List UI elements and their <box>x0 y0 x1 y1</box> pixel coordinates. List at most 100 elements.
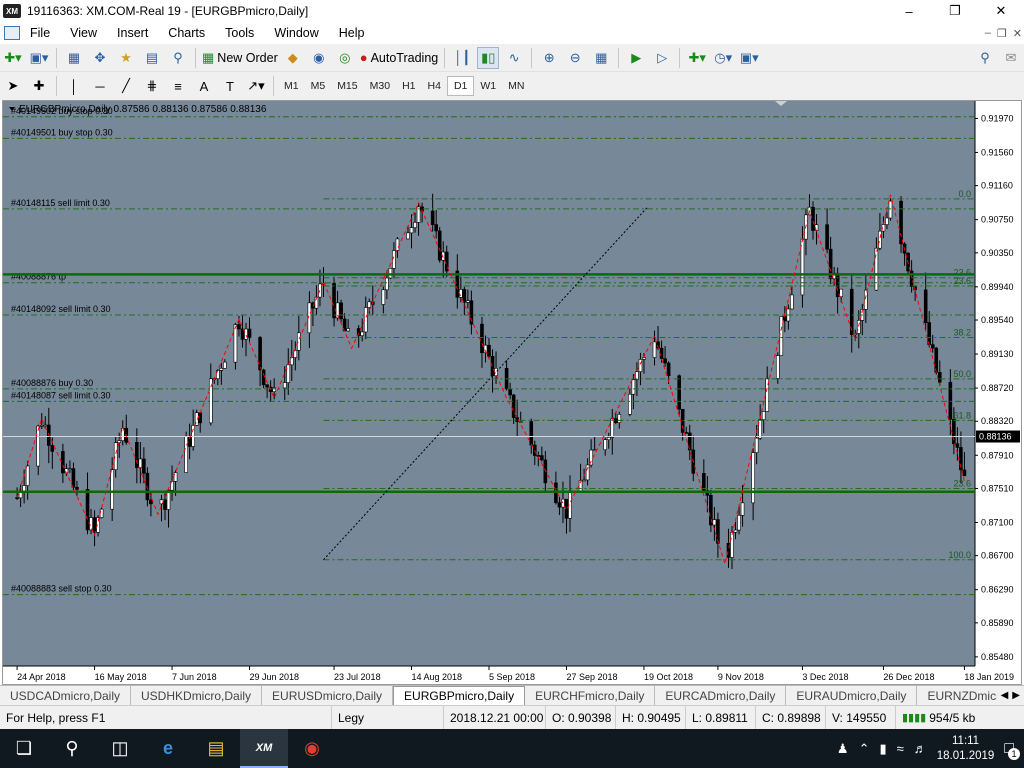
separator <box>273 76 274 96</box>
file-explorer-icon[interactable]: ▤ <box>192 729 240 768</box>
periods-icon[interactable]: ◷▾ <box>712 47 734 69</box>
cursor-icon[interactable]: ➤ <box>2 75 24 97</box>
timeframe-m5[interactable]: M5 <box>305 76 332 96</box>
signals-icon[interactable]: ◎ <box>334 47 356 69</box>
menu-insert[interactable]: Insert <box>107 26 158 40</box>
menu-window[interactable]: Window <box>264 26 328 40</box>
tab-scroll-right-icon[interactable]: ▶ <box>1012 690 1020 701</box>
candle-body <box>462 289 467 303</box>
timeframe-h1[interactable]: H1 <box>396 76 421 96</box>
menu-help[interactable]: Help <box>329 26 375 40</box>
navigator-icon[interactable]: ★ <box>115 47 137 69</box>
trendline-icon[interactable]: ╱ <box>115 75 137 97</box>
chat-bubble-icon[interactable]: ✉ <box>1000 47 1022 69</box>
xm-terminal-icon[interactable]: XM <box>240 729 288 768</box>
candle-body <box>437 230 442 261</box>
people-icon[interactable]: ♟ <box>837 741 849 757</box>
new-chart-icon[interactable]: ✚▾ <box>2 47 24 69</box>
price-chart[interactable]: 0.91970 0.91560 0.91160 0.90750 0.90350 0.899… <box>3 101 1021 684</box>
show-hidden-icons-icon[interactable]: ⌃ <box>859 741 870 757</box>
notifications-icon[interactable]: □ 1 <box>1004 740 1020 760</box>
bar-chart-icon[interactable]: │┃ <box>451 47 473 69</box>
volume-muted-icon[interactable]: ♬ <box>914 741 927 756</box>
edge-browser-icon[interactable]: e <box>144 729 192 768</box>
close-button[interactable]: ✕ <box>978 0 1024 22</box>
menu-tools[interactable]: Tools <box>215 26 264 40</box>
timeframe-m1[interactable]: M1 <box>278 76 305 96</box>
zoom-in-icon[interactable]: ⊕ <box>538 47 560 69</box>
search-icon[interactable]: ⚲ <box>974 47 996 69</box>
chat-icon[interactable]: ◉ <box>308 47 330 69</box>
tile-windows-icon[interactable]: ▦ <box>590 47 612 69</box>
chart-shift-icon[interactable]: ▷ <box>651 47 673 69</box>
tab-eurcadmicro[interactable]: EURCADmicro,Daily <box>655 686 787 705</box>
y-tick-label: 0.88320 <box>981 416 1014 426</box>
child-close-button[interactable]: ✕ <box>1013 27 1022 40</box>
horizontal-line-icon[interactable]: ─ <box>89 75 111 97</box>
x-tick-label: 27 Sep 2018 <box>566 672 617 682</box>
profiles-icon[interactable]: ▣▾ <box>28 47 50 69</box>
candle-body <box>800 238 805 296</box>
text-icon[interactable]: A <box>193 75 215 97</box>
autotrading-button[interactable]: ● AutoTrading <box>360 47 439 69</box>
equidistant-channel-icon[interactable]: ⋕ <box>141 75 163 97</box>
terminal-icon[interactable]: ▤ <box>141 47 163 69</box>
market-watch-icon[interactable]: ▦ <box>63 47 85 69</box>
tab-usdhkdmicro[interactable]: USDHKDmicro,Daily <box>131 686 263 705</box>
tab-scroll-left-icon[interactable]: ◀ <box>1001 690 1009 701</box>
tab-eurgbpmicro[interactable]: EURGBPmicro,Daily <box>393 686 526 705</box>
timeframe-m15[interactable]: M15 <box>331 76 363 96</box>
tab-eurusdmicro[interactable]: EURUSDmicro,Daily <box>262 686 394 705</box>
wifi-icon[interactable]: ≈ <box>897 741 904 756</box>
menu-view[interactable]: View <box>60 26 107 40</box>
timeframe-w1[interactable]: W1 <box>474 76 502 96</box>
menu-file[interactable]: File <box>20 26 60 40</box>
windows-start-icon[interactable]: ❏ <box>0 729 48 768</box>
tab-euraudmicro[interactable]: EURAUDmicro,Daily <box>786 686 918 705</box>
chrome-icon[interactable]: ◉ <box>288 729 336 768</box>
plot-area[interactable] <box>3 101 975 666</box>
child-minimize-button[interactable]: – <box>985 27 991 39</box>
child-restore-button[interactable]: ❐ <box>997 27 1007 40</box>
strategy-tester-icon[interactable]: ⚲ <box>167 47 189 69</box>
zoom-out-icon[interactable]: ⊖ <box>564 47 586 69</box>
task-view-icon[interactable]: ◫ <box>96 729 144 768</box>
line-studies-toolbar: ➤ ✚ │ ─ ╱ ⋕ ≡ A T ↗▾ M1 M5 M15 M30 H1 H4… <box>0 72 1024 100</box>
autoscroll-icon[interactable]: ▶ <box>625 47 647 69</box>
templates-icon[interactable]: ▣▾ <box>738 47 760 69</box>
order-line-label: #40088876 buy 0.30 <box>11 378 93 388</box>
fibonacci-icon[interactable]: ≡ <box>167 75 189 97</box>
timeframe-h4[interactable]: H4 <box>422 76 447 96</box>
text-label-icon[interactable]: T <box>219 75 241 97</box>
candle-body <box>39 425 44 427</box>
battery-icon[interactable]: ▮ <box>879 741 886 757</box>
indicators-icon[interactable]: ✚▾ <box>686 47 708 69</box>
candle-body <box>110 469 114 510</box>
candle-body <box>71 468 76 488</box>
document-icon[interactable] <box>4 26 20 40</box>
timeframe-d1[interactable]: D1 <box>446 76 475 96</box>
search-icon[interactable]: ⚲ <box>48 729 96 768</box>
timeframe-m30[interactable]: M30 <box>364 76 396 96</box>
chart-window[interactable]: 0.91970 0.91560 0.91160 0.90750 0.90350 0.899… <box>2 100 1022 685</box>
new-order-button[interactable]: ▦ New Order <box>202 47 278 69</box>
maximize-button[interactable]: ❐ <box>932 0 978 22</box>
line-chart-icon[interactable]: ∿ <box>503 47 525 69</box>
arrows-icon[interactable]: ↗▾ <box>245 75 267 97</box>
metaeditor-icon[interactable]: ◆ <box>282 47 304 69</box>
clock[interactable]: 11:11 18.01.2019 <box>937 734 995 764</box>
candlestick-icon[interactable]: ▮▯ <box>477 46 500 69</box>
menu-charts[interactable]: Charts <box>158 26 215 40</box>
connection-status[interactable]: ▮▮▮▮ 954/5 kb <box>896 706 981 730</box>
minimize-button[interactable]: – <box>886 0 932 22</box>
crosshair-icon[interactable]: ✚ <box>28 75 50 97</box>
order-line-label: #40088883 sell stop 0.30 <box>11 584 112 594</box>
vertical-line-icon[interactable]: │ <box>63 75 85 97</box>
candle-body <box>666 362 671 377</box>
candle-body <box>790 294 794 310</box>
candle-body <box>113 442 118 470</box>
tab-eurchfmicro[interactable]: EURCHFmicro,Daily <box>525 686 656 705</box>
tab-usdcadmicro[interactable]: USDCADmicro,Daily <box>0 686 132 705</box>
data-window-icon[interactable]: ✥ <box>89 47 111 69</box>
timeframe-mn[interactable]: MN <box>502 76 530 96</box>
